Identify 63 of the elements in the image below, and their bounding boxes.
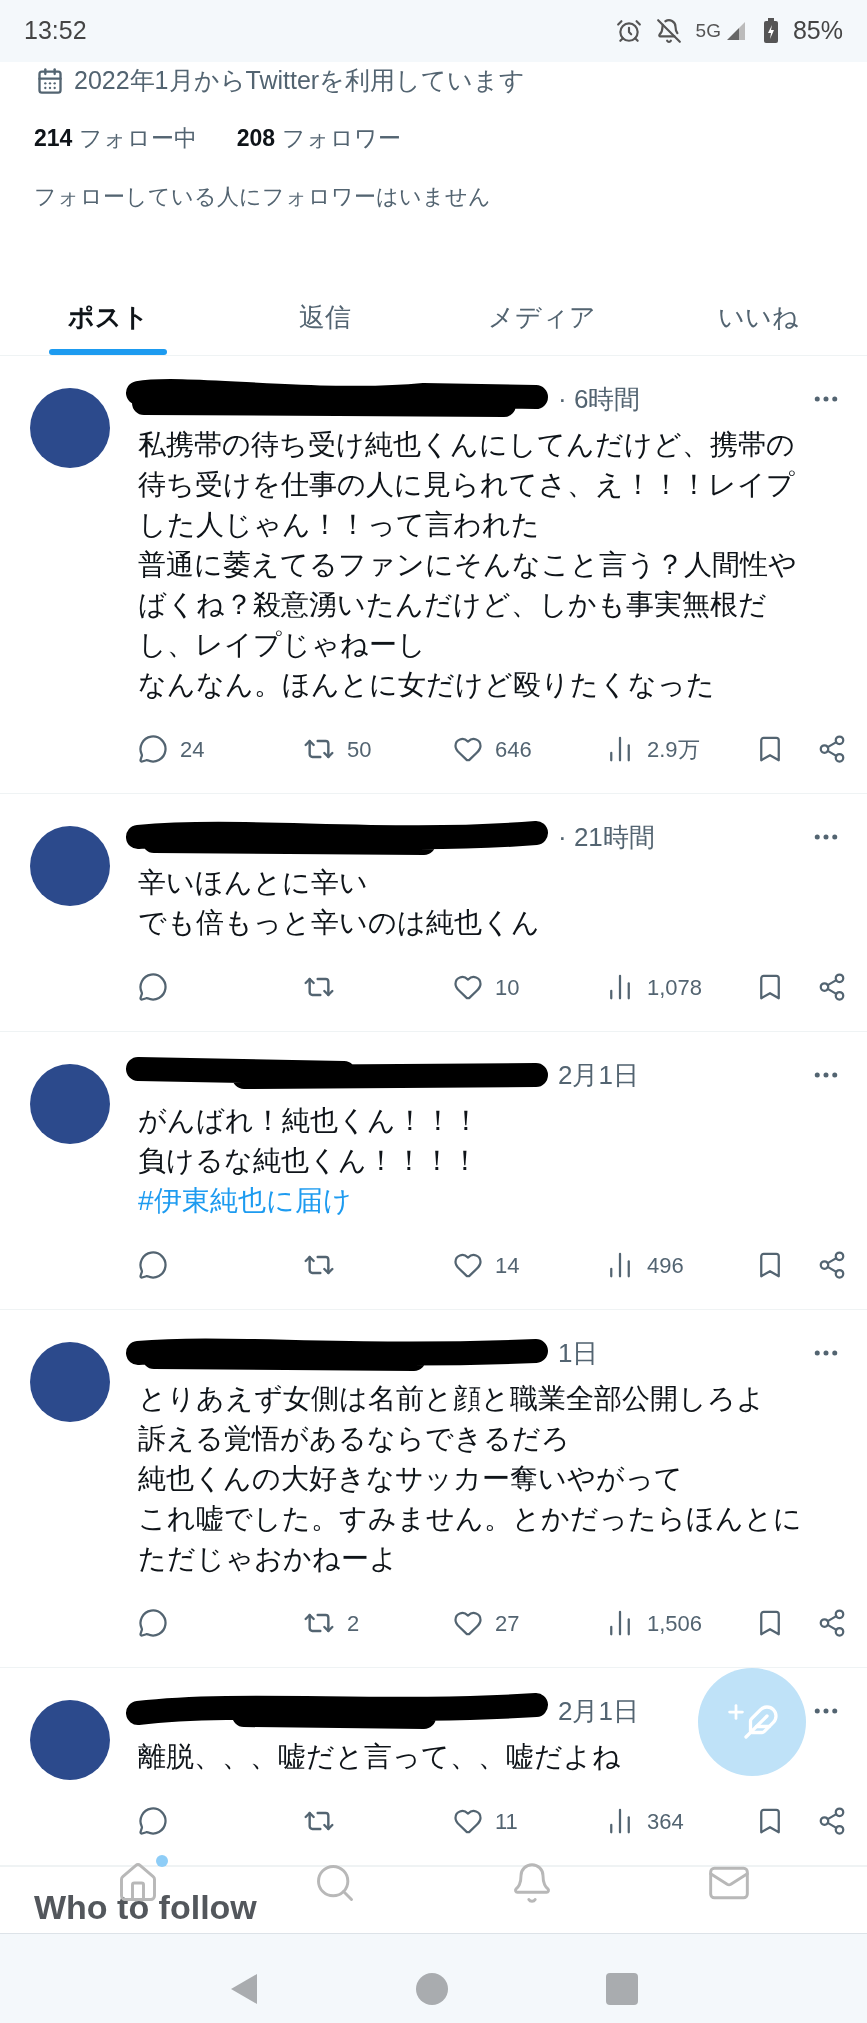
joined-date: 2022年1月からTwitterを利用しています [74, 65, 526, 97]
post-text: 訴える覚悟があるならできるだろ [138, 1422, 571, 1456]
stat-count: 364 [647, 1807, 684, 1836]
post-text: なんなん。ほんとに女だけど殴りたくなった [138, 668, 716, 702]
share-icon[interactable] [817, 1608, 847, 1638]
stat-count: 14 [495, 1251, 520, 1280]
stat-count: 2 [347, 1609, 360, 1638]
plus-icon [725, 1701, 747, 1723]
post-text: した人じゃん！！って言われた [138, 508, 541, 542]
post-text: ばくね？殺意湧いたんだけど、しかも事実無根だ [138, 588, 768, 622]
stat-count: 24 [180, 735, 205, 764]
bell-off-icon [655, 18, 682, 44]
profile-tab[interactable]: メディア [433, 280, 651, 355]
post-text: でも倍もっと辛いのは純也くん [138, 906, 541, 940]
stat-count: 50 [347, 735, 372, 764]
stat-count: 2.9万 [647, 735, 700, 764]
share-icon[interactable] [817, 1806, 847, 1836]
section-heading: Who to follow [34, 1888, 257, 1926]
post-time: · 21時間 [558, 820, 655, 854]
profile-tab[interactable]: ポスト [0, 280, 217, 355]
post-time: 1日 [558, 1336, 599, 1370]
stat-count: 1,506 [647, 1609, 703, 1638]
post-text: 離脱、、、嘘だと言って、、嘘だよね [138, 1740, 622, 1774]
battery-icon [762, 18, 779, 44]
stat-count: 1,078 [647, 973, 703, 1002]
post-text: 普通に萎えてるファンにそんなこと言う？人間性や [138, 548, 798, 582]
feather-icon [743, 1704, 779, 1740]
stat-count: 11 [495, 1807, 518, 1836]
post-text: これ嘘でした。すみません。とかだったらほんとに [138, 1502, 803, 1536]
profile-tab[interactable]: いいね [650, 280, 867, 355]
post-text: とりあえず女側は名前と顔と職業全部公開しろよ [138, 1382, 766, 1416]
post-text: 私携帯の待ち受け純也くんにしてんだけど、携帯の [138, 428, 796, 462]
stat-count: 10 [495, 973, 520, 1002]
stat-count: 646 [495, 735, 532, 764]
reply-icon[interactable] [138, 734, 168, 764]
post-text: ただじゃおかねーよ [138, 1542, 399, 1576]
post-text: がんばれ！純也くん！！！ [138, 1104, 481, 1138]
reply-icon[interactable] [138, 1250, 168, 1280]
share-icon[interactable] [817, 972, 847, 1002]
post-text: 純也くんの大好きなサッカー奪いやがって [138, 1462, 684, 1496]
status-time: 13:52 [24, 15, 87, 47]
following-link[interactable]: 214 フォロー中 [34, 120, 197, 156]
post-text: 負けるな純也くん！！！！ [138, 1144, 480, 1178]
post-time: · 6時間 [558, 382, 641, 416]
post-text: し、レイプじゃねーし [138, 628, 427, 662]
stat-count: 27 [495, 1609, 520, 1638]
post-text: 辛いほんとに辛い [138, 866, 369, 900]
share-icon[interactable] [817, 734, 847, 764]
profile-tab[interactable]: 返信 [216, 280, 434, 355]
calendar-icon [36, 67, 64, 95]
post-time: 2月1日 [558, 1694, 639, 1728]
share-icon[interactable] [817, 1250, 847, 1280]
alarm-icon [615, 18, 642, 44]
reply-icon[interactable] [138, 1806, 168, 1836]
reply-icon[interactable] [138, 1608, 168, 1638]
post-time: 2月1日 [558, 1058, 639, 1092]
post-text: 待ち受けを仕事の人に見られてさ、え！！！レイプ [138, 468, 796, 502]
reply-icon[interactable] [138, 972, 168, 1002]
followers-link[interactable]: 208 フォロワー [236, 120, 401, 156]
stat-count: 496 [647, 1251, 684, 1280]
network-type: 5G [695, 18, 721, 43]
battery-percent: 85% [792, 15, 843, 47]
followers-note: フォローしている人にフォロワーはいません [34, 182, 491, 211]
